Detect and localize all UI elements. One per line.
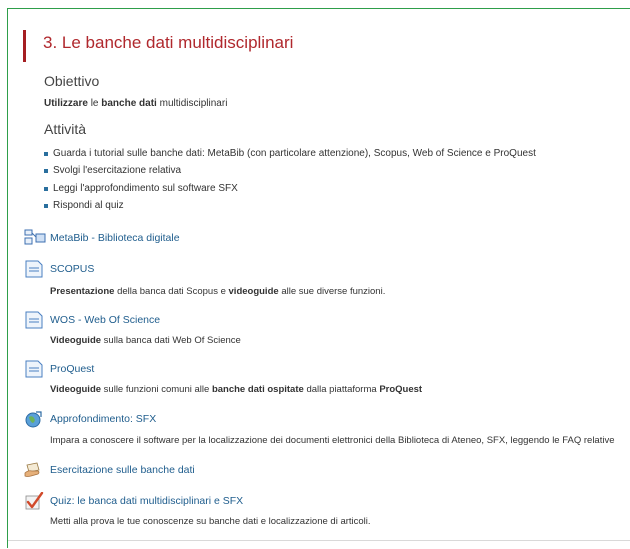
page-icon (24, 360, 44, 378)
objective-bold-1: Utilizzare (44, 98, 88, 109)
resource-label[interactable]: ProQuest (50, 363, 94, 375)
folder-icon (24, 229, 46, 247)
globe-url-icon (24, 410, 44, 428)
resource-label[interactable]: SCOPUS (50, 263, 94, 275)
page-icon (24, 311, 44, 329)
list-item-text: Guarda i tutorial sulle banche dati: Met… (53, 148, 536, 159)
desc-text: dalla piattaforma (306, 384, 377, 395)
bullet-icon (44, 186, 48, 191)
resource-description: Videoguide sulle funzioni comuni alle ba… (50, 384, 422, 395)
desc-bold: banche dati ospitate (211, 384, 304, 395)
desc-bold: Presentazione (50, 286, 115, 297)
resource-label[interactable]: WOS - Web Of Science (50, 314, 160, 326)
resource-label[interactable]: Approfondimento: SFX (50, 413, 156, 425)
quiz-check-icon (24, 491, 44, 510)
desc-text: alle sue diverse funzioni. (281, 286, 386, 297)
desc-text: della banca dati Scopus e (117, 286, 226, 297)
resource-description: Impara a conoscere il software per la lo… (50, 435, 615, 446)
list-item: Guarda i tutorial sulle banche dati: Met… (44, 145, 536, 162)
desc-text: Impara a conoscere il software per la lo… (50, 435, 615, 446)
list-item: Rispondi al quiz (44, 197, 536, 214)
section-title: 3. Le banche dati multidisciplinari (43, 33, 294, 52)
list-item-text: Rispondi al quiz (53, 199, 124, 211)
resource-description: Presentazione della banca dati Scopus e … (50, 286, 385, 297)
desc-text: sulle funzioni comuni alle (103, 384, 210, 395)
resource-label[interactable]: Quiz: le banca dati multidisciplinari e … (50, 495, 243, 507)
list-item-text: Svolgi l'esercitazione relativa (53, 165, 182, 177)
resource-description: Videoguide sulla banca dati Web Of Scien… (50, 335, 241, 346)
list-item: Leggi l'approfondimento sul software SFX (44, 180, 536, 197)
activities-list: Guarda i tutorial sulle banche dati: Met… (44, 145, 536, 214)
desc-bold: Videoguide (50, 384, 102, 395)
objective-bold-2: banche dati (101, 98, 157, 109)
objective-text: Utilizzare le banche dati multidisciplin… (44, 98, 227, 109)
resource-description: Metti alla prova le tue conoscenze su ba… (50, 516, 371, 527)
bullet-icon (44, 203, 48, 208)
divider (8, 540, 630, 541)
desc-bold: ProQuest (379, 384, 423, 395)
bullet-icon (44, 152, 48, 156)
resource-label[interactable]: Esercitazione sulle banche dati (50, 464, 195, 476)
resource-label[interactable]: MetaBib - Biblioteca digitale (50, 232, 180, 244)
desc-bold: videoguide (228, 286, 279, 297)
list-item-text: Leggi l'approfondimento sul software SFX (53, 182, 238, 194)
objective-heading: Obiettivo (44, 73, 100, 89)
desc-text: Metti alla prova le tue conoscenze su ba… (50, 516, 371, 527)
desc-bold: Videoguide (50, 335, 102, 346)
activities-heading: Attività (44, 121, 87, 137)
hand-assignment-icon (24, 461, 44, 479)
list-item: Svolgi l'esercitazione relativa (44, 162, 536, 179)
bullet-icon (44, 169, 48, 174)
objective-end: multidisciplinari (159, 98, 228, 109)
page-icon (24, 260, 44, 278)
objective-mid: le (90, 98, 99, 109)
section-accent-bar (23, 30, 26, 62)
desc-text: sulla banca dati Web Of Science (103, 335, 241, 346)
